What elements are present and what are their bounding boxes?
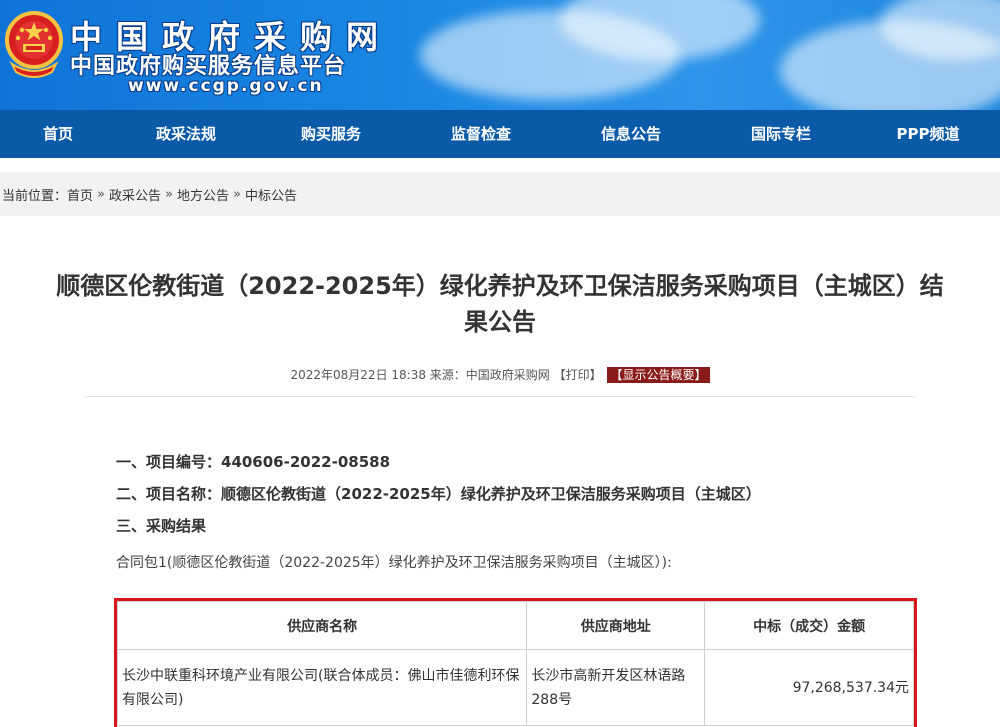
page-title: 顺德区伦教街道（2022-2025年）绿化养护及环卫保洁服务采购项目（主城区）结… bbox=[0, 268, 1000, 340]
breadcrumb-link-local[interactable]: 地方公告 bbox=[177, 185, 229, 204]
result-table-highlight: 供应商名称 供应商地址 中标（成交）金额 长沙中联重科环境产业有限公司(联合体成… bbox=[114, 598, 917, 727]
breadcrumb-prefix: 当前位置： bbox=[2, 188, 68, 204]
publish-date: 2022年08月22日 18:38 bbox=[290, 368, 426, 382]
table-row: 长沙中联重科环境产业有限公司(联合体成员：佛山市佳德利环保有限公司) 长沙市高新… bbox=[116, 649, 914, 726]
supplier-name-cell: 长沙中联重科环境产业有限公司(联合体成员：佛山市佳德利环保有限公司) bbox=[116, 649, 528, 726]
breadcrumb: 当前位置： 首页 » 政采公告 » 地方公告 » 中标公告 bbox=[0, 172, 1000, 216]
breadcrumb-link-award[interactable]: 中标公告 bbox=[245, 185, 297, 204]
breadcrumb-link-procurement[interactable]: 政采公告 bbox=[109, 185, 161, 204]
nav-item-regulations[interactable]: 政采法规 bbox=[116, 110, 256, 158]
page-title-line1: 顺德区伦教街道（2022-2025年）绿化养护及环卫保洁服务采购项目（主城区）结 bbox=[56, 272, 944, 300]
column-header-supplier-address: 供应商地址 bbox=[526, 601, 706, 650]
nav-item-supervision[interactable]: 监督检查 bbox=[406, 110, 556, 158]
nav-item-announcements[interactable]: 信息公告 bbox=[556, 110, 706, 158]
breadcrumb-separator: » bbox=[165, 186, 173, 202]
breadcrumb-link-home[interactable]: 首页 bbox=[67, 185, 93, 204]
project-name: 二、项目名称：顺德区伦教街道（2022-2025年）绿化养护及环卫保洁服务采购项… bbox=[116, 485, 761, 503]
nav-item-ppp[interactable]: PPP频道 bbox=[856, 110, 1000, 158]
site-url[interactable]: www.ccgp.gov.cn bbox=[128, 76, 324, 96]
nav-item-home[interactable]: 首页 bbox=[0, 110, 116, 158]
contract-package: 合同包1(顺德区伦教街道（2022-2025年）绿化养护及环卫保洁服务采购项目（… bbox=[116, 555, 672, 571]
print-link[interactable]: 【打印】 bbox=[554, 368, 602, 382]
breadcrumb-separator: » bbox=[233, 186, 241, 202]
page-title-line2: 果公告 bbox=[464, 308, 536, 336]
nav-item-international[interactable]: 国际专栏 bbox=[706, 110, 856, 158]
article-meta: 2022年08月22日 18:38 来源：中国政府采购网 【打印】 【显示公告概… bbox=[0, 366, 1000, 383]
column-header-supplier-name: 供应商名称 bbox=[116, 601, 528, 650]
source: 来源：中国政府采购网 bbox=[429, 368, 550, 382]
supplier-address-cell: 长沙市高新开发区林语路288号 bbox=[526, 649, 706, 726]
column-header-amount: 中标（成交）金额 bbox=[704, 601, 914, 650]
national-emblem-icon bbox=[5, 11, 63, 78]
amount-cell: 97,268,537.34元 bbox=[704, 649, 914, 726]
result-table: 供应商名称 供应商地址 中标（成交）金额 长沙中联重科环境产业有限公司(联合体成… bbox=[116, 601, 914, 726]
project-number: 一、项目编号：440606-2022-08588 bbox=[116, 453, 391, 471]
table-header-row: 供应商名称 供应商地址 中标（成交）金额 bbox=[116, 601, 914, 650]
main-nav: 首页 政采法规 购买服务 监督检查 信息公告 国际专栏 PPP频道 bbox=[0, 110, 1000, 158]
procurement-result-heading: 三、采购结果 bbox=[116, 517, 207, 535]
show-summary-button[interactable]: 【显示公告概要】 bbox=[607, 367, 710, 383]
divider bbox=[85, 396, 915, 397]
nav-item-purchase-services[interactable]: 购买服务 bbox=[256, 110, 406, 158]
site-banner: 中国政府采购网 中国政府购买服务信息平台 www.ccgp.gov.cn bbox=[0, 0, 1000, 110]
breadcrumb-separator: » bbox=[97, 186, 105, 202]
